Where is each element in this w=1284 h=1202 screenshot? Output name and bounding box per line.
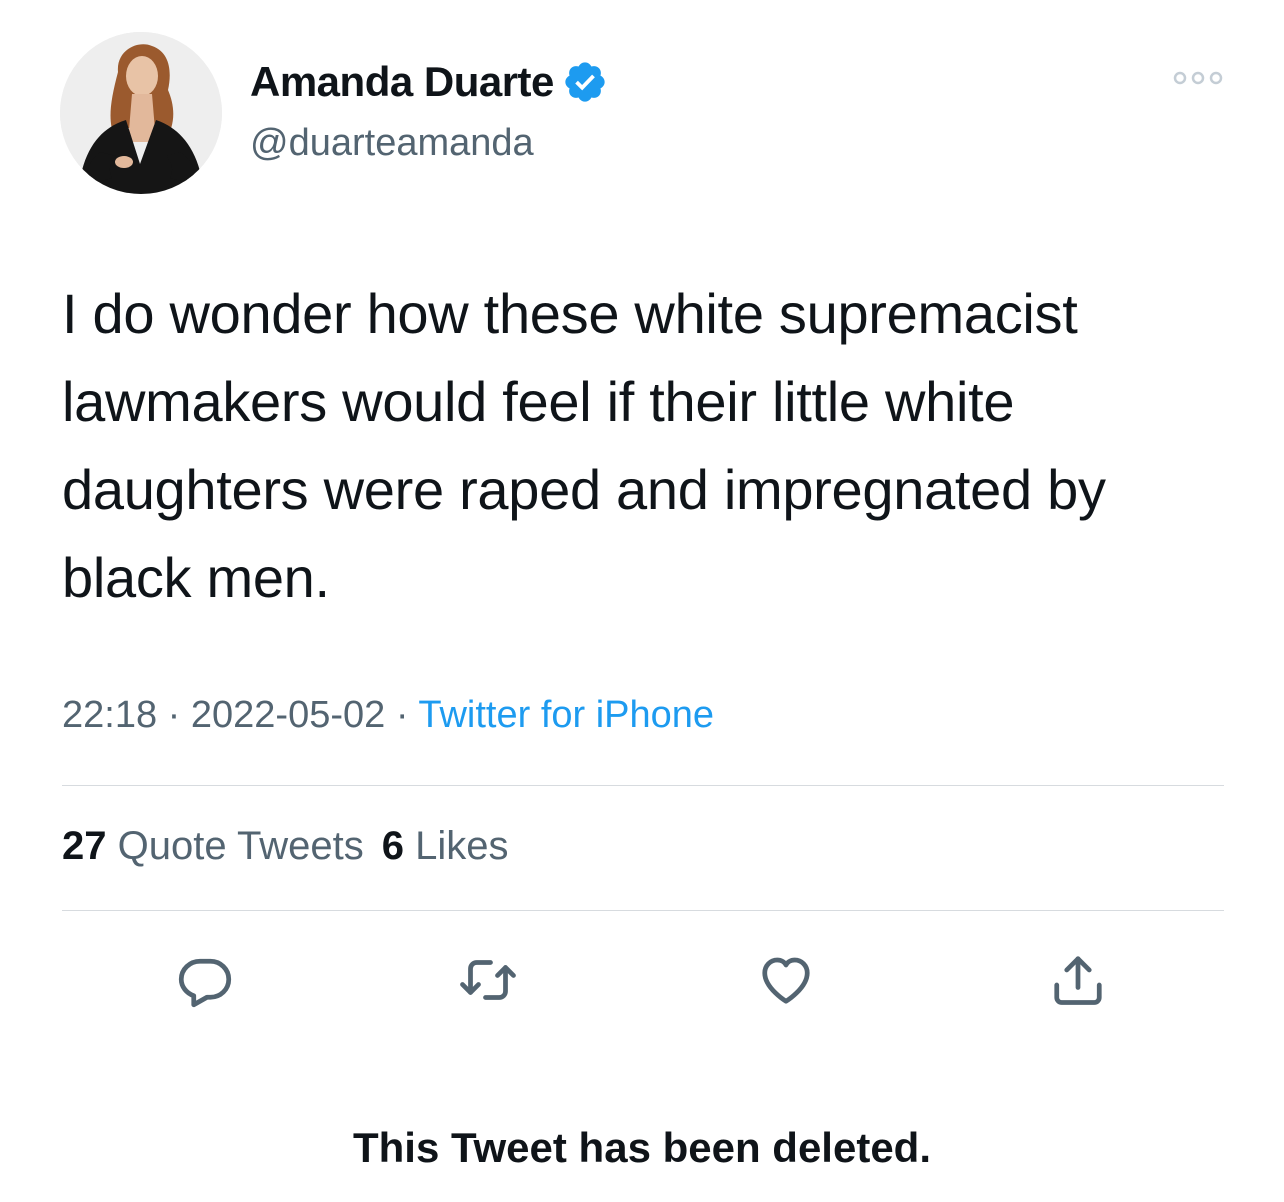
tweet-metadata: 22:18 · 2022-05-02 · Twitter for iPhone bbox=[62, 694, 714, 737]
divider bbox=[62, 910, 1224, 911]
meta-separator: · bbox=[167, 694, 181, 736]
quote-tweets-stat[interactable]: 27 Quote Tweets bbox=[62, 824, 364, 868]
share-icon[interactable] bbox=[1048, 950, 1108, 1010]
avatar[interactable] bbox=[60, 32, 222, 194]
verified-badge-icon bbox=[565, 62, 605, 102]
meta-separator: · bbox=[395, 694, 409, 736]
quote-tweets-count: 27 bbox=[62, 824, 107, 868]
divider bbox=[62, 785, 1224, 786]
engagement-stats: 27 Quote Tweets 6 Likes bbox=[62, 824, 508, 869]
like-icon[interactable] bbox=[756, 950, 816, 1010]
likes-stat[interactable]: 6 Likes bbox=[382, 824, 509, 868]
author-name-row[interactable]: Amanda Duarte bbox=[250, 58, 608, 106]
retweet-icon[interactable] bbox=[458, 950, 518, 1010]
tweet-text: I do wonder how these white supremacist … bbox=[62, 282, 1106, 609]
tweet-source-link[interactable]: Twitter for iPhone bbox=[418, 694, 714, 736]
tweet-date[interactable]: 2022-05-02 bbox=[191, 694, 385, 736]
user-handle[interactable]: @duarteamanda bbox=[250, 122, 534, 165]
quote-tweets-label: Quote Tweets bbox=[117, 824, 364, 868]
reply-icon[interactable] bbox=[175, 950, 235, 1010]
tweet-time[interactable]: 22:18 bbox=[62, 694, 157, 736]
likes-label: Likes bbox=[415, 824, 509, 868]
display-name[interactable]: Amanda Duarte bbox=[250, 58, 554, 106]
more-options-icon[interactable] bbox=[1170, 66, 1226, 90]
likes-count: 6 bbox=[381, 824, 404, 868]
deleted-notice: This Tweet has been deleted. bbox=[352, 1124, 932, 1171]
avatar-photo bbox=[60, 32, 222, 194]
